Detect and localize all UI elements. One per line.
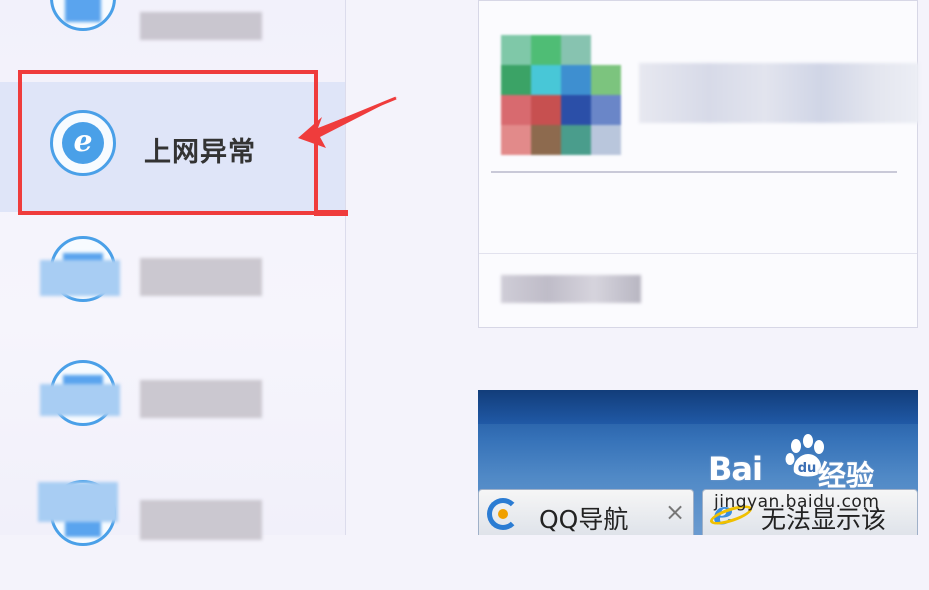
annotation-arrow	[298, 96, 398, 148]
